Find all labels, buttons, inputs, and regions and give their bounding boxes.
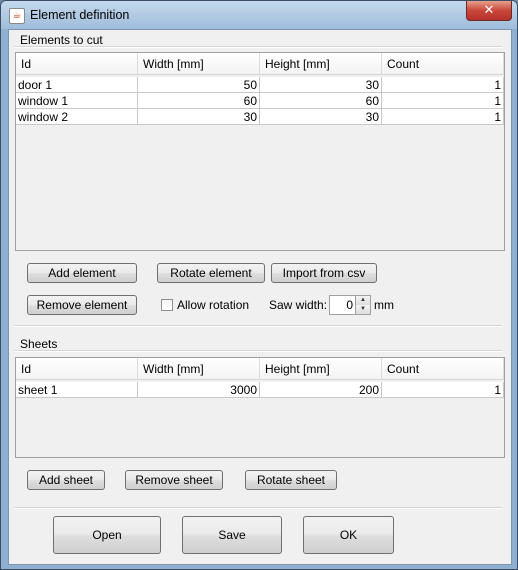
- import-csv-button[interactable]: Import from csv: [271, 263, 377, 283]
- column-header-id[interactable]: Id: [16, 358, 138, 380]
- sheets-group-title: Sheets: [20, 337, 58, 351]
- cell-count[interactable]: 1: [382, 93, 504, 109]
- ok-button[interactable]: OK: [303, 516, 394, 554]
- table-row[interactable]: window 1 60 60 1: [16, 93, 504, 109]
- open-button[interactable]: Open: [53, 516, 161, 554]
- column-header-count[interactable]: Count: [382, 358, 504, 380]
- cell-height[interactable]: 30: [260, 109, 382, 125]
- cell-width[interactable]: 3000: [138, 382, 260, 398]
- spin-down-icon[interactable]: ▼: [355, 305, 370, 314]
- saw-width-spinner[interactable]: 0 ▲ ▼: [329, 295, 371, 315]
- table-row[interactable]: sheet 1 3000 200 1: [16, 382, 504, 398]
- elements-table-header: Id Width [mm] Height [mm] Count: [16, 53, 504, 75]
- remove-sheet-button[interactable]: Remove sheet: [125, 470, 223, 490]
- add-sheet-button[interactable]: Add sheet: [27, 470, 105, 490]
- cell-id[interactable]: window 1: [16, 93, 138, 109]
- java-app-icon: ☕: [9, 8, 25, 24]
- remove-element-button[interactable]: Remove element: [27, 295, 137, 315]
- dialog-content: Elements to cut Id Width [mm] Height [mm…: [8, 29, 512, 565]
- table-row[interactable]: window 2 30 30 1: [16, 109, 504, 125]
- cell-count[interactable]: 1: [382, 382, 504, 398]
- saw-width-value[interactable]: 0: [346, 296, 353, 314]
- title-bar[interactable]: ☕ Element definition ✕: [1, 1, 517, 29]
- dialog-window: ☕ Element definition ✕ Elements to cut I…: [0, 0, 518, 570]
- save-button[interactable]: Save: [182, 516, 282, 554]
- cell-count[interactable]: 1: [382, 77, 504, 93]
- allow-rotation-checkbox[interactable]: [161, 299, 173, 311]
- cell-width[interactable]: 50: [138, 77, 260, 93]
- add-element-button[interactable]: Add element: [27, 263, 137, 283]
- elements-table[interactable]: Id Width [mm] Height [mm] Count door 1 5…: [15, 52, 505, 251]
- cell-id[interactable]: door 1: [16, 77, 138, 93]
- rotate-sheet-button[interactable]: Rotate sheet: [245, 470, 337, 490]
- table-row[interactable]: door 1 50 30 1: [16, 77, 504, 93]
- close-button[interactable]: ✕: [466, 1, 512, 21]
- saw-width-unit: mm: [374, 298, 394, 312]
- cell-count[interactable]: 1: [382, 109, 504, 125]
- sheets-table-header: Id Width [mm] Height [mm] Count: [16, 358, 504, 380]
- cell-width[interactable]: 30: [138, 109, 260, 125]
- cell-height[interactable]: 200: [260, 382, 382, 398]
- saw-width-label: Saw width:: [269, 298, 328, 312]
- column-header-height[interactable]: Height [mm]: [260, 53, 382, 75]
- elements-group-title: Elements to cut: [20, 33, 103, 47]
- sheets-group-divider: [14, 350, 502, 352]
- column-header-height[interactable]: Height [mm]: [260, 358, 382, 380]
- section-divider: [14, 325, 502, 327]
- footer-divider: [14, 507, 502, 509]
- column-header-count[interactable]: Count: [382, 53, 504, 75]
- cell-height[interactable]: 30: [260, 77, 382, 93]
- column-header-width[interactable]: Width [mm]: [138, 53, 260, 75]
- sheets-table[interactable]: Id Width [mm] Height [mm] Count sheet 1 …: [15, 357, 505, 458]
- elements-group-divider: [14, 46, 502, 48]
- column-header-width[interactable]: Width [mm]: [138, 358, 260, 380]
- cell-width[interactable]: 60: [138, 93, 260, 109]
- cell-height[interactable]: 60: [260, 93, 382, 109]
- allow-rotation-label: Allow rotation: [177, 298, 250, 312]
- rotate-element-button[interactable]: Rotate element: [157, 263, 265, 283]
- window-title: Element definition: [30, 8, 130, 22]
- column-header-id[interactable]: Id: [16, 53, 138, 75]
- cell-id[interactable]: window 2: [16, 109, 138, 125]
- cell-id[interactable]: sheet 1: [16, 382, 138, 398]
